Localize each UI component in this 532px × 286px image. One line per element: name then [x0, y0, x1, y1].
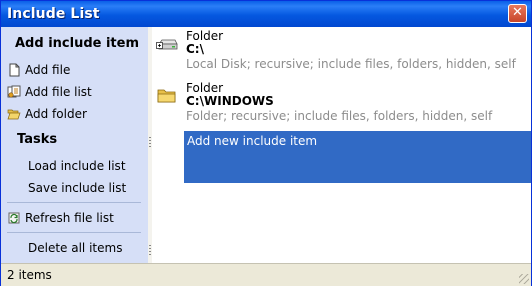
- tasks-heading: Tasks: [17, 132, 58, 147]
- file-list-icon: [7, 85, 21, 99]
- entry-description: Local Disk; recursive; include files, fo…: [186, 57, 516, 71]
- include-items-list: Folder C:\ Local Disk; recursive; includ…: [152, 27, 531, 263]
- refresh-file-list-label: Refresh file list: [25, 211, 114, 225]
- load-include-list-link[interactable]: Load include list: [7, 157, 126, 175]
- drive-icon: [156, 35, 178, 53]
- sidebar-separator: [7, 232, 141, 233]
- close-button[interactable]: ✕: [508, 4, 527, 23]
- entry-path: C:\: [186, 42, 204, 56]
- window-title: Include List: [7, 6, 100, 22]
- sidebar-separator: [7, 202, 141, 203]
- list-item[interactable]: Folder C:\WINDOWS Folder; recursive; inc…: [152, 79, 531, 131]
- add-file-list-link[interactable]: Add file list: [7, 83, 92, 101]
- entry-description: Folder; recursive; include files, folder…: [186, 109, 493, 123]
- close-icon: ✕: [512, 5, 523, 20]
- add-file-link[interactable]: Add file: [7, 61, 70, 79]
- add-file-list-label: Add file list: [25, 85, 92, 99]
- file-icon: [7, 63, 21, 77]
- delete-all-items-link[interactable]: Delete all items: [7, 239, 122, 257]
- refresh-file-list-link[interactable]: Refresh file list: [7, 209, 114, 227]
- add-folder-link[interactable]: Add folder: [7, 105, 87, 123]
- folder-icon: [156, 87, 178, 105]
- entry-type: Folder: [186, 29, 224, 43]
- resize-grip[interactable]: [519, 274, 529, 284]
- add-include-item-heading: Add include item: [15, 36, 140, 51]
- load-include-list-label: Load include list: [28, 159, 126, 173]
- add-file-label: Add file: [25, 63, 71, 77]
- item-count: 2 items: [7, 268, 52, 282]
- refresh-icon: [7, 211, 21, 225]
- status-bar: 2 items: [1, 263, 531, 286]
- save-include-list-label: Save include list: [28, 181, 127, 195]
- add-new-include-item[interactable]: Add new include item: [184, 131, 531, 183]
- task-sidebar: Add include item Add file Add file list …: [1, 27, 148, 263]
- list-item[interactable]: Folder C:\ Local Disk; recursive; includ…: [152, 27, 531, 79]
- splitter-grip: [149, 137, 151, 149]
- splitter-grip: [149, 245, 151, 257]
- title-bar[interactable]: Include List ✕: [1, 1, 531, 27]
- add-new-include-item-label: Add new include item: [187, 134, 318, 148]
- delete-all-items-label: Delete all items: [28, 241, 123, 255]
- folder-open-icon: [7, 107, 21, 121]
- include-list-window: Include List ✕ Add include item Add file…: [0, 0, 532, 286]
- entry-path: C:\WINDOWS: [186, 94, 274, 108]
- add-folder-label: Add folder: [25, 107, 87, 121]
- save-include-list-link[interactable]: Save include list: [7, 179, 126, 197]
- entry-type: Folder: [186, 81, 224, 95]
